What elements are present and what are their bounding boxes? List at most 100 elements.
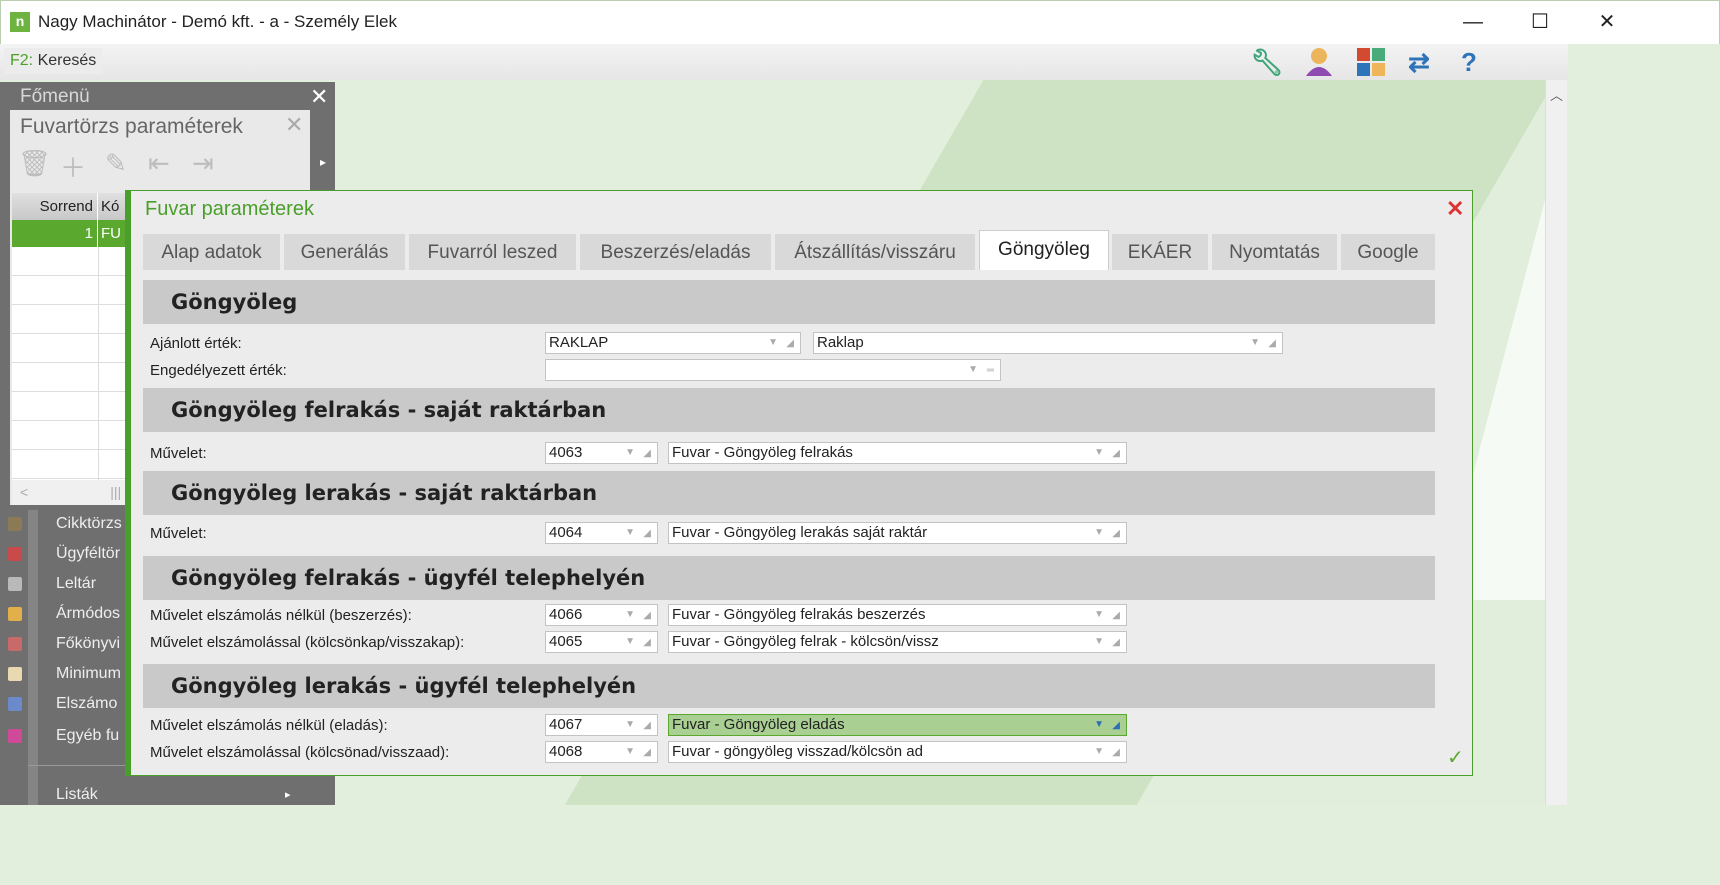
resize-icon: ◢	[643, 528, 651, 539]
tab-atszallitas-visszaru[interactable]: Átszállítás/visszáru	[775, 234, 975, 270]
resize-icon: ◢	[1112, 747, 1120, 758]
label-muvelet-beszerzes: Művelet elszámolás nélkül (beszerzés):	[150, 607, 412, 624]
muvelet-name-select[interactable]: Fuvar - Göngyöleg felrak - kölcsön/vissz…	[668, 631, 1127, 653]
tab-generalas[interactable]: Generálás	[284, 234, 405, 270]
field-value: 4065	[549, 633, 583, 650]
close-window-button[interactable]: ✕	[1584, 8, 1630, 36]
field-value: Fuvar - Göngyöleg lerakás saját raktár	[672, 524, 928, 541]
column-header-sorrend[interactable]: Sorrend	[12, 193, 98, 220]
field-value: Raklap	[817, 334, 864, 351]
dropdown-icon[interactable]: ▼	[768, 333, 778, 353]
search-label: Keresés	[37, 52, 97, 69]
minimum-icon	[8, 667, 22, 681]
field-value: RAKLAP	[549, 334, 609, 351]
muvelet-name-select[interactable]: Fuvar - Göngyöleg felrakás ▼ ◢	[668, 442, 1127, 464]
tab-google[interactable]: Google	[1341, 234, 1435, 270]
app-logo-icon: n	[10, 12, 30, 32]
dropdown-icon[interactable]: ▼	[1094, 632, 1104, 652]
dropdown-icon[interactable]: ▼	[1094, 742, 1104, 762]
dropdown-icon[interactable]: ▼	[1250, 333, 1260, 353]
add-icon[interactable]: ＋	[60, 148, 86, 185]
dropdown-icon[interactable]: ▼	[625, 523, 635, 543]
move-left-icon[interactable]: ⇤	[148, 148, 170, 179]
resize-icon: ◢	[643, 747, 651, 758]
dropdown-icon[interactable]: ▼	[625, 715, 635, 735]
help-icon[interactable]: ?	[1449, 44, 1489, 80]
edit-icon[interactable]: ✎	[105, 148, 127, 179]
wrench-icon[interactable]: 🔧︎	[1247, 44, 1287, 80]
ajanlott-name-select[interactable]: Raklap ▼ ◢	[813, 332, 1283, 354]
dropdown-icon[interactable]: ▼	[625, 632, 635, 652]
dropdown-icon[interactable]: ▼	[968, 360, 978, 380]
dropdown-icon[interactable]: ▼	[1094, 715, 1104, 735]
main-menu-title: Főmenü	[20, 86, 90, 107]
price-icon	[8, 607, 22, 621]
muvelet-name-select[interactable]: Fuvar - Göngyöleg lerakás saját raktár ▼ ◢	[668, 522, 1127, 544]
tab-ekaer[interactable]: EKÁER	[1112, 234, 1208, 270]
search-button[interactable]: F2: Keresés	[4, 48, 103, 74]
tab-gongyoleg[interactable]: Göngyöleg	[979, 230, 1109, 270]
label-muvelet-eladas: Művelet elszámolás nélkül (eladás):	[150, 717, 388, 734]
field-value: 4066	[549, 606, 583, 623]
ajanlott-code-select[interactable]: RAKLAP ▼ ◢	[545, 332, 801, 354]
menu-item-listak[interactable]: Listák	[56, 786, 98, 804]
ok-check-icon[interactable]: ✓	[1447, 745, 1464, 770]
tab-fuvarrol-leszed[interactable]: Fuvarról leszed	[409, 234, 576, 270]
menu-item-ugyfeltorzs[interactable]: Ügyféltör	[56, 545, 120, 563]
expand-arrow-icon[interactable]: ▸	[320, 155, 326, 169]
menu-item-cikktorzs[interactable]: Cikktörzs	[56, 515, 122, 533]
muvelet-code-select[interactable]: 4063 ▼ ◢	[545, 442, 658, 464]
muvelet-name-select[interactable]: Fuvar - Göngyöleg felrakás beszerzés ▼ ◢	[668, 604, 1127, 626]
dropdown-icon[interactable]: ▼	[625, 443, 635, 463]
close-icon[interactable]: ✕	[310, 84, 328, 110]
section-lerakas-ugyfel: Göngyöleg lerakás - ügyfél telephelyén	[143, 664, 1435, 708]
dropdown-icon[interactable]: ▼	[625, 742, 635, 762]
resize-icon: ◢	[1112, 637, 1120, 648]
close-icon[interactable]: ✕	[285, 112, 303, 138]
swap-icon[interactable]: ⇄	[1399, 44, 1439, 80]
tab-beszerzes-eladas[interactable]: Beszerzés/eladás	[580, 234, 771, 270]
menu-item-minimum[interactable]: Minimum	[56, 665, 121, 683]
move-right-icon[interactable]: ⇥	[192, 148, 214, 179]
muvelet-code-select[interactable]: 4065 ▼ ◢	[545, 631, 658, 653]
scroll-up-icon[interactable]: ︿	[1546, 85, 1567, 104]
user-icon[interactable]	[1299, 44, 1339, 80]
accounting-icon	[8, 697, 22, 711]
label-muvelet-kolcsonad: Művelet elszámolással (kölcsönad/visszaa…	[150, 744, 450, 761]
resize-icon: ◢	[643, 720, 651, 731]
vertical-scrollbar[interactable]: ︿	[1545, 80, 1567, 805]
muvelet-name-select[interactable]: Fuvar - göngyöleg visszad/kölcsön ad ▼ ◢	[668, 741, 1127, 763]
resize-icon: ◢	[1112, 610, 1120, 621]
window-title: Nagy Machinátor - Demó kft. - a - Személ…	[38, 12, 398, 31]
panel-title: Fuvartörzs paraméterek	[20, 115, 243, 138]
menu-item-leltar[interactable]: Leltár	[56, 575, 96, 593]
muvelet-code-select[interactable]: 4066 ▼ ◢	[545, 604, 658, 626]
muvelet-code-select[interactable]: 4064 ▼ ◢	[545, 522, 658, 544]
tiles-icon[interactable]	[1351, 44, 1391, 80]
tab-nyomtatas[interactable]: Nyomtatás	[1212, 234, 1337, 270]
muvelet-code-select[interactable]: 4068 ▼ ◢	[545, 741, 658, 763]
muvelet-name-select-focused[interactable]: Fuvar - Göngyöleg eladás ▼ ◢	[668, 714, 1127, 736]
tab-alap-adatok[interactable]: Alap adatok	[143, 234, 280, 270]
menu-item-armodositas[interactable]: Ármódos	[56, 605, 120, 623]
dialog-close-button[interactable]: ✕	[1446, 196, 1464, 222]
engedelyezett-multiselect[interactable]: ▼ ═	[545, 359, 1001, 381]
dialog-title: Fuvar paraméterek	[145, 198, 314, 220]
dropdown-icon[interactable]: ▼	[1094, 605, 1104, 625]
list-icon[interactable]: ═	[987, 361, 994, 381]
minimize-button[interactable]: —	[1450, 8, 1496, 36]
dropdown-icon[interactable]: ▼	[1094, 523, 1104, 543]
label-engedelyezett: Engedélyezett érték:	[150, 362, 287, 379]
field-value: 4068	[549, 743, 583, 760]
label-ajanlott: Ajánlott érték:	[150, 335, 242, 352]
muvelet-code-select[interactable]: 4067 ▼ ◢	[545, 714, 658, 736]
maximize-button[interactable]: ☐	[1517, 8, 1563, 36]
menu-item-fokonyvi[interactable]: Főkönyvi	[56, 635, 120, 653]
menu-item-elszamolas[interactable]: Elszámo	[56, 695, 117, 713]
submenu-arrow-icon: ▸	[285, 789, 291, 801]
menu-item-egyeb[interactable]: Egyéb fu	[56, 727, 119, 745]
dropdown-icon[interactable]: ▼	[625, 605, 635, 625]
trash-icon[interactable]: 🗑︎	[18, 148, 51, 179]
section-felrakas-sajat: Göngyöleg felrakás - saját raktárban	[143, 388, 1435, 432]
dropdown-icon[interactable]: ▼	[1094, 443, 1104, 463]
